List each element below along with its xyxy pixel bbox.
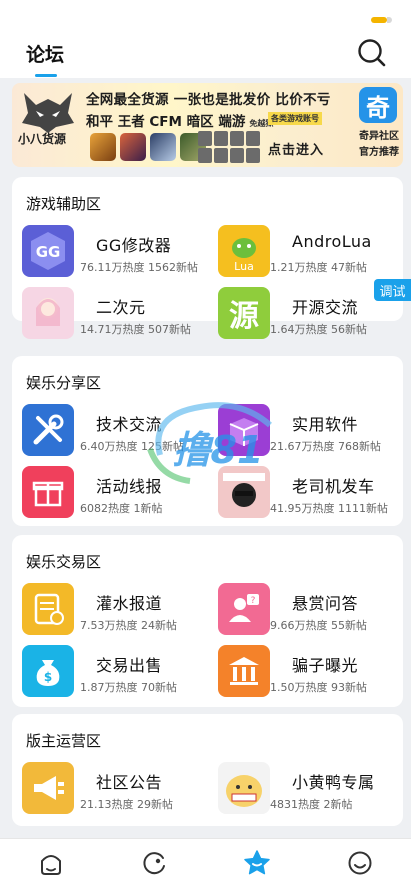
- profile-icon: [348, 851, 372, 875]
- forum-stats: 1.87万热度 70新帖: [80, 681, 177, 694]
- forum-name: 骗子曝光: [292, 656, 359, 675]
- home-icon: [41, 855, 62, 875]
- forum-name: 社区公告: [96, 773, 163, 792]
- section-card: 游戏辅助区 GG GG修改器 76.11万热度 1562新帖 Lua Andro…: [12, 177, 403, 339]
- wolf-logo-icon: [22, 93, 74, 133]
- header: 论坛: [0, 28, 411, 78]
- forum-item[interactable]: 活动线报 6082热度 1新帖: [22, 466, 212, 524]
- forum-name: 交易出售: [96, 656, 163, 675]
- debug-tab[interactable]: 调试: [374, 279, 411, 301]
- svg-text:Lua: Lua: [234, 260, 254, 273]
- banner-games-text: 和平 王者 CFM 暗区 端游: [86, 114, 246, 130]
- duck-icon: [218, 762, 270, 814]
- forum-item[interactable]: 技术交流 6.40万热度 125新帖: [22, 404, 212, 462]
- forum-name: 灌水报道: [96, 594, 163, 613]
- forum-item[interactable]: $ 交易出售 1.87万热度 70新帖: [22, 645, 212, 703]
- community-logo-icon: 奇: [359, 87, 397, 123]
- svg-text:$: $: [44, 670, 52, 684]
- forum-name: 活动线报: [96, 477, 163, 496]
- svg-text:?: ?: [251, 596, 256, 606]
- banner-community-sub: 官方推荐: [359, 147, 399, 158]
- forum-stats: 6082热度 1新帖: [80, 502, 163, 515]
- banner-logo-text: 小八货源: [18, 132, 67, 146]
- driver-icon: [218, 466, 270, 518]
- svg-text:GG: GG: [36, 243, 61, 261]
- app-grid-icon: [198, 131, 260, 163]
- forum-name: 实用软件: [292, 415, 359, 434]
- forum-stats: 4831热度 2新帖: [270, 798, 353, 811]
- game-icon: [120, 133, 146, 161]
- banner-games: 和平 王者 CFM 暗区 端游 免越狱: [86, 110, 273, 130]
- forum-stats: 9.66万热度 55新帖: [270, 619, 367, 632]
- forum-item[interactable]: Lua AndroLua 1.21万热度 47新帖: [218, 225, 408, 283]
- tab-discover[interactable]: [124, 841, 184, 885]
- forum-item[interactable]: GG GG修改器 76.11万热度 1562新帖: [22, 225, 212, 283]
- section-card: 娱乐分享区 技术交流 6.40万热度 125新帖 实用软件 21.67万热度 7…: [12, 356, 403, 526]
- search-icon: [358, 39, 386, 67]
- section-card: 娱乐交易区 灌水报道 7.53万热度 24新帖 ? 悬赏问答 9.66万热度 5…: [12, 535, 403, 707]
- forum-stats: 76.11万热度 1562新帖: [80, 261, 198, 274]
- forum-stats: 41.95万热度 1111新帖: [270, 502, 388, 515]
- forum-name: AndroLua: [292, 232, 372, 251]
- bottom-tab-bar: [0, 838, 411, 887]
- banner-community-name: 奇异社区: [359, 131, 399, 142]
- forum-item[interactable]: 实用软件 21.67万热度 768新帖: [218, 404, 408, 462]
- bank-icon: [218, 645, 270, 697]
- forum-stats: 21.67万热度 768新帖: [270, 440, 381, 453]
- forum-name: GG修改器: [96, 236, 172, 255]
- forum-item[interactable]: 骗子曝光 1.50万热度 93新帖: [218, 645, 408, 703]
- game-icon: [150, 133, 176, 161]
- banner-headline: 全网最全货源 一张也是批发价 比价不亏: [86, 92, 331, 108]
- banner-app-icons: [90, 133, 206, 161]
- game-icon: [90, 133, 116, 161]
- forum-name: 开源交流: [292, 298, 359, 317]
- forum-name: 小黄鸭专属: [292, 773, 375, 792]
- forum-stats: 1.50万热度 93新帖: [270, 681, 367, 694]
- search-button[interactable]: [355, 36, 389, 70]
- tab-home[interactable]: [21, 841, 81, 885]
- forum-name: 技术交流: [96, 415, 163, 434]
- section-title: 游戏辅助区: [26, 195, 102, 213]
- status-bar: [0, 0, 411, 28]
- box-icon: [218, 404, 270, 456]
- battery-icon: [371, 17, 392, 23]
- forum-stats: 1.21万热度 47新帖: [270, 261, 367, 274]
- anime-icon: [22, 287, 74, 339]
- forum-item[interactable]: 小黄鸭专属 4831热度 2新帖: [218, 762, 408, 820]
- section-title: 娱乐分享区: [26, 374, 102, 392]
- note-icon: [22, 583, 74, 635]
- forum-item[interactable]: 老司机发车 41.95万热度 1111新帖: [218, 466, 408, 524]
- promo-banner[interactable]: 小八货源 全网最全货源 一张也是批发价 比价不亏 和平 王者 CFM 暗区 端游…: [12, 83, 403, 167]
- discover-icon: [143, 852, 166, 875]
- forum-stats: 6.40万热度 125新帖: [80, 440, 184, 453]
- gg-icon: GG: [22, 225, 74, 277]
- gift-icon: [22, 466, 74, 518]
- money-bag-icon: $: [22, 645, 74, 697]
- section-title: 版主运营区: [26, 732, 102, 750]
- lua-icon: Lua: [218, 225, 270, 277]
- forum-stats: 21.13热度 29新帖: [80, 798, 173, 811]
- forum-stats: 7.53万热度 24新帖: [80, 619, 177, 632]
- tab-forum[interactable]: [227, 841, 287, 885]
- banner-cta: 点击进入: [268, 143, 325, 158]
- page-title: 论坛: [26, 40, 64, 77]
- forum-name: 悬赏问答: [292, 594, 359, 613]
- forum-name: 二次元: [96, 298, 146, 317]
- section-title: 娱乐交易区: [26, 553, 102, 571]
- forum-stats: 14.71万热度 507新帖: [80, 323, 191, 336]
- forum-item[interactable]: 灌水报道 7.53万热度 24新帖: [22, 583, 212, 641]
- question-icon: ?: [218, 583, 270, 635]
- banner-tag: 各类游戏账号: [268, 112, 322, 125]
- source-icon: 源: [218, 287, 270, 339]
- forum-item[interactable]: 社区公告 21.13热度 29新帖: [22, 762, 212, 820]
- forum-item[interactable]: 二次元 14.71万热度 507新帖: [22, 287, 212, 345]
- forum-item[interactable]: ? 悬赏问答 9.66万热度 55新帖: [218, 583, 408, 641]
- megaphone-icon: [22, 762, 74, 814]
- star-icon: [244, 850, 270, 875]
- tab-profile[interactable]: [330, 841, 390, 885]
- section-card: 版主运营区 社区公告 21.13热度 29新帖 小黄鸭专属 4831热度 2新帖: [12, 714, 403, 826]
- forum-name: 老司机发车: [292, 477, 375, 496]
- tools-icon: [22, 404, 74, 456]
- forum-stats: 1.64万热度 56新帖: [270, 323, 367, 336]
